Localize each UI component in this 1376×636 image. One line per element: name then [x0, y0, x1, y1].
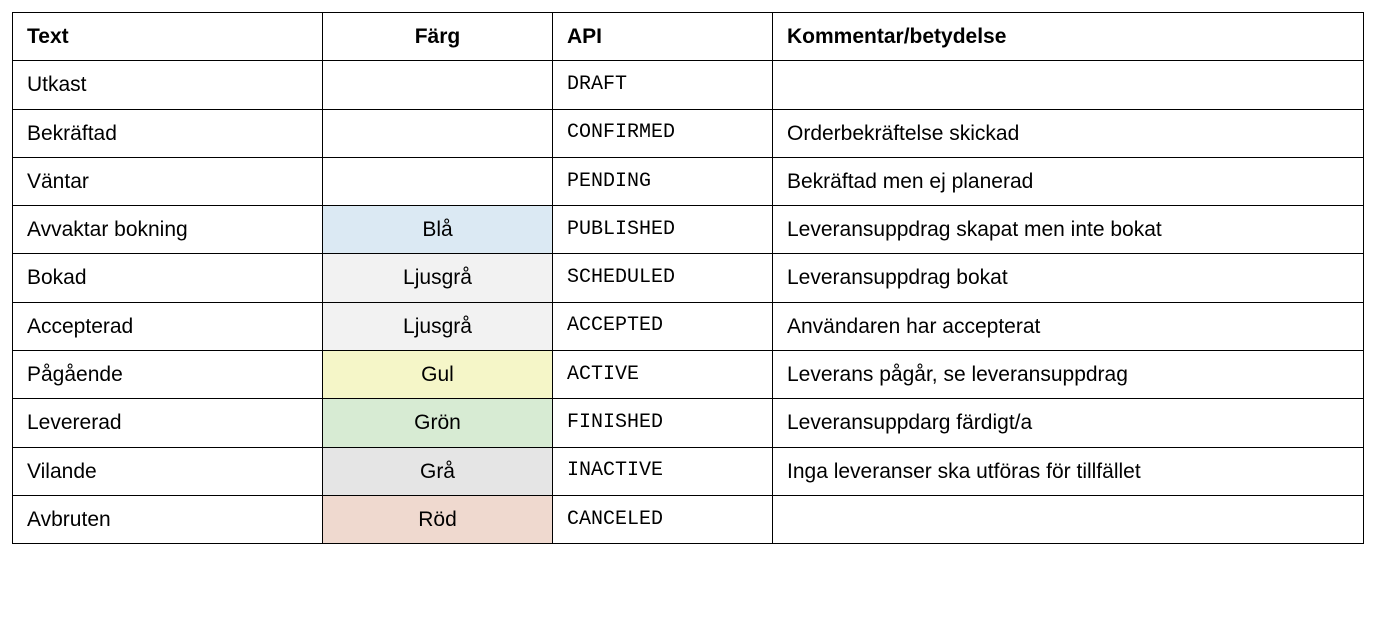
cell-farg: Ljusgrå — [323, 254, 553, 302]
cell-kommentar: Inga leveranser ska utföras för tillfäll… — [773, 447, 1364, 495]
cell-kommentar: Leveransuppdrag bokat — [773, 254, 1364, 302]
header-kommentar: Kommentar/betydelse — [773, 13, 1364, 61]
table-row: Bokad Ljusgrå SCHEDULED Leveransuppdrag … — [13, 254, 1364, 302]
table-row: Vilande Grå INACTIVE Inga leveranser ska… — [13, 447, 1364, 495]
cell-kommentar: Leveransuppdrag skapat men inte bokat — [773, 206, 1364, 254]
cell-api: PUBLISHED — [553, 206, 773, 254]
table-header: Text Färg API Kommentar/betydelse — [13, 13, 1364, 61]
table-row: Levererad Grön FINISHED Leveransuppdarg … — [13, 399, 1364, 447]
table-row: Bekräftad CONFIRMED Orderbekräftelse ski… — [13, 109, 1364, 157]
cell-text: Accepterad — [13, 302, 323, 350]
cell-text: Vilande — [13, 447, 323, 495]
cell-kommentar: Bekräftad men ej planerad — [773, 157, 1364, 205]
table-row: Väntar PENDING Bekräftad men ej planerad — [13, 157, 1364, 205]
cell-api: DRAFT — [553, 61, 773, 109]
cell-api: FINISHED — [553, 399, 773, 447]
cell-api: INACTIVE — [553, 447, 773, 495]
header-api: API — [553, 13, 773, 61]
cell-api: PENDING — [553, 157, 773, 205]
cell-kommentar: Leveransuppdarg färdigt/a — [773, 399, 1364, 447]
cell-text: Avvaktar bokning — [13, 206, 323, 254]
cell-farg: Grön — [323, 399, 553, 447]
cell-api: CONFIRMED — [553, 109, 773, 157]
cell-kommentar — [773, 495, 1364, 543]
cell-kommentar: Leverans pågår, se leveransuppdrag — [773, 351, 1364, 399]
cell-kommentar: Orderbekräftelse skickad — [773, 109, 1364, 157]
cell-text: Utkast — [13, 61, 323, 109]
cell-kommentar: Användaren har accepterat — [773, 302, 1364, 350]
cell-text: Levererad — [13, 399, 323, 447]
cell-farg: Röd — [323, 495, 553, 543]
cell-farg — [323, 157, 553, 205]
cell-farg: Blå — [323, 206, 553, 254]
cell-farg — [323, 61, 553, 109]
table-row: Utkast DRAFT — [13, 61, 1364, 109]
table-row: Avvaktar bokning Blå PUBLISHED Leveransu… — [13, 206, 1364, 254]
cell-text: Bekräftad — [13, 109, 323, 157]
header-text: Text — [13, 13, 323, 61]
header-farg: Färg — [323, 13, 553, 61]
table-body: Utkast DRAFT Bekräftad CONFIRMED Orderbe… — [13, 61, 1364, 544]
table-row: Avbruten Röd CANCELED — [13, 495, 1364, 543]
cell-api: CANCELED — [553, 495, 773, 543]
cell-farg: Gul — [323, 351, 553, 399]
cell-farg: Ljusgrå — [323, 302, 553, 350]
cell-text: Bokad — [13, 254, 323, 302]
cell-text: Väntar — [13, 157, 323, 205]
cell-farg — [323, 109, 553, 157]
cell-kommentar — [773, 61, 1364, 109]
status-table: Text Färg API Kommentar/betydelse Utkast… — [12, 12, 1364, 544]
cell-text: Avbruten — [13, 495, 323, 543]
cell-text: Pågående — [13, 351, 323, 399]
cell-farg: Grå — [323, 447, 553, 495]
cell-api: ACCEPTED — [553, 302, 773, 350]
table-row: Accepterad Ljusgrå ACCEPTED Användaren h… — [13, 302, 1364, 350]
table-header-row: Text Färg API Kommentar/betydelse — [13, 13, 1364, 61]
table-row: Pågående Gul ACTIVE Leverans pågår, se l… — [13, 351, 1364, 399]
cell-api: ACTIVE — [553, 351, 773, 399]
cell-api: SCHEDULED — [553, 254, 773, 302]
